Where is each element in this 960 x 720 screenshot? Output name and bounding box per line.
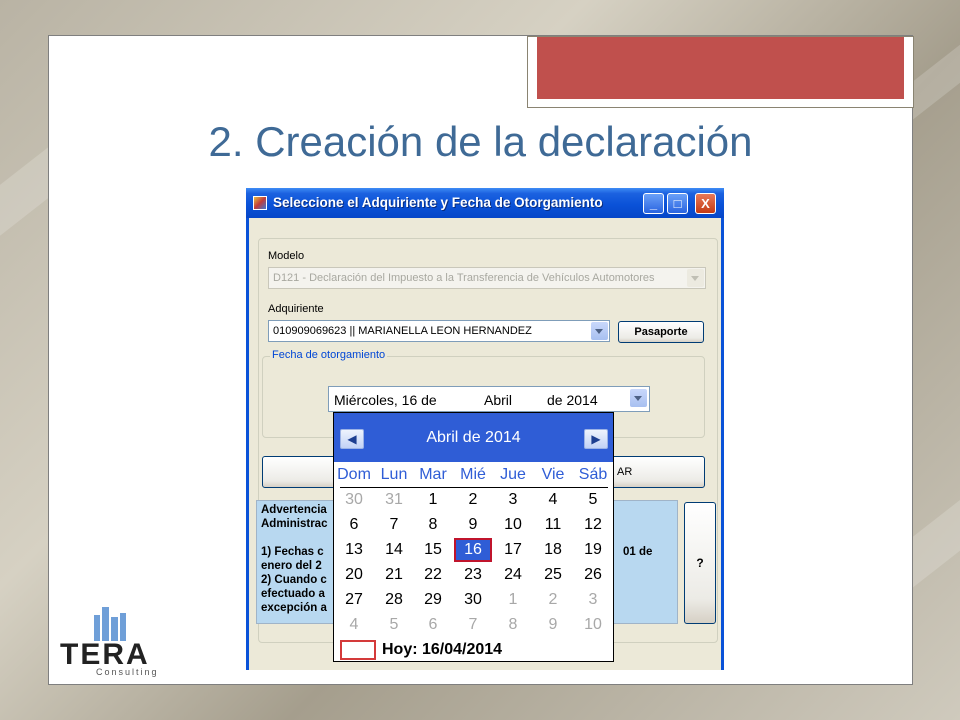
calendar-day[interactable]: 27 [335,591,373,609]
calendar-day[interactable]: 23 [454,566,492,584]
calendar-day[interactable]: 7 [375,516,413,534]
calendar-day[interactable]: 10 [574,616,612,634]
date-month: Abril [484,392,513,408]
weekday-header: Lun [380,466,408,483]
accept-button-label: AR [617,466,633,478]
chevron-down-icon [630,389,647,407]
calendar-day[interactable]: 2 [534,591,572,609]
chevron-down-icon [687,269,704,287]
slide-title: 2. Creación de la declaración [208,118,753,165]
weekday-header: Mar [419,466,447,483]
weekday-header: Dom [337,466,371,483]
date-dropdown-button[interactable] [627,388,648,410]
modelo-label: Modelo [268,250,305,262]
pasaporte-button[interactable]: Pasaporte [618,321,704,343]
chevron-down-icon [591,322,608,340]
adquiriente-value: 010909069623 || MARIANELLA LEON HERNANDE… [273,325,532,337]
close-button[interactable]: X [695,193,716,214]
weekday-header: Jue [500,466,526,483]
calendar-day[interactable]: 14 [375,541,413,559]
calendar-day[interactable]: 9 [534,616,572,634]
date-weekday: Miércoles, 16 de [334,392,437,408]
calendar-day[interactable]: 18 [534,541,572,559]
calendar-day[interactable]: 31 [375,491,413,509]
calendar-day[interactable]: 25 [534,566,572,584]
calendar-day[interactable]: 29 [414,591,452,609]
calendar-day[interactable]: 2 [454,491,492,509]
today-marker [340,640,376,660]
calendar-month-label[interactable]: Abril de 2014 [334,429,613,447]
calendar-day[interactable]: 6 [335,516,373,534]
fecha-group-label: Fecha de otorgamiento [270,349,388,361]
accent-box [527,36,914,108]
calendar-day[interactable]: 10 [494,516,532,534]
calendar-day[interactable]: 13 [335,541,373,559]
chevron-right-icon[interactable]: ▶ [584,429,608,449]
dialog-title: Seleccione el Adquiriente y Fecha de Oto… [273,195,603,210]
calendar-day[interactable]: 3 [494,491,532,509]
calendar-day[interactable]: 28 [375,591,413,609]
warning-text-right: 01 de [623,546,653,558]
weekday-header: Sáb [578,466,608,483]
calendar-popup: ◀ Abril de 2014 ▶ Dom Lun Mar Mié Jue Vi… [333,412,614,662]
modelo-value: D121 - Declaración del Impuesto a la Tra… [273,272,655,284]
calendar-day[interactable]: 6 [414,616,452,634]
calendar-day[interactable]: 15 [414,541,452,559]
calendar-day[interactable]: 22 [414,566,452,584]
calendar-day[interactable]: 20 [335,566,373,584]
calendar-day[interactable]: 4 [335,616,373,634]
calendar-day[interactable]: 7 [454,616,492,634]
logo-bar [102,607,109,641]
tera-logo: TERA Consulting [60,605,170,680]
adquiriente-label: Adquiriente [268,303,324,315]
calendar-day[interactable]: 30 [335,491,373,509]
date-year: de 2014 [547,392,598,408]
calendar-day[interactable]: 24 [494,566,532,584]
weekday-header: Mié [460,466,486,483]
help-button[interactable]: ? [684,502,716,624]
calendar-day[interactable]: 21 [375,566,413,584]
calendar-day[interactable]: 30 [454,591,492,609]
logo-sub: Consulting [96,667,159,677]
accent-fill [537,37,904,99]
today-link[interactable]: Hoy: 16/04/2014 [382,641,502,659]
calendar-day[interactable]: 8 [414,516,452,534]
calendar-day[interactable]: 17 [494,541,532,559]
weekday-divider [340,487,608,488]
calendar-day[interactable]: 3 [574,591,612,609]
modelo-dropdown[interactable]: D121 - Declaración del Impuesto a la Tra… [268,267,706,289]
calendar-day[interactable]: 12 [574,516,612,534]
calendar-day[interactable]: 5 [574,491,612,509]
calendar-day[interactable]: 8 [494,616,532,634]
calendar-day[interactable]: 5 [375,616,413,634]
minimize-button[interactable]: _ [643,193,664,214]
maximize-button[interactable]: □ [667,193,688,214]
adquiriente-dropdown[interactable]: 010909069623 || MARIANELLA LEON HERNANDE… [268,320,610,342]
calendar-day[interactable]: 11 [534,516,572,534]
calendar-day[interactable]: 9 [454,516,492,534]
dialog-titlebar[interactable]: Seleccione el Adquiriente y Fecha de Oto… [246,188,724,218]
calendar-day[interactable]: 1 [494,591,532,609]
calendar-day-selected[interactable]: 16 [454,541,492,559]
app-icon [253,196,267,210]
calendar-day[interactable]: 1 [414,491,452,509]
calendar-day[interactable]: 19 [574,541,612,559]
calendar-day[interactable]: 26 [574,566,612,584]
calendar-day[interactable]: 4 [534,491,572,509]
logo-bar [120,613,126,641]
weekday-header: Vie [541,466,565,483]
date-picker[interactable]: Miércoles, 16 de Abril de 2014 [328,386,650,412]
